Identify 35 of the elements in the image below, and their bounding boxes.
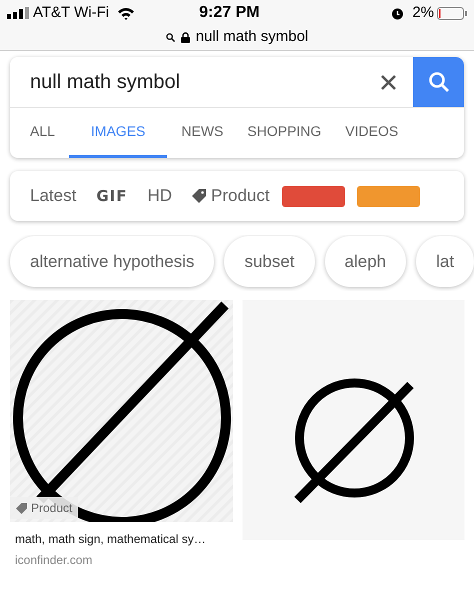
search-tab[interactable]: ALL: [20, 108, 65, 158]
wifi-icon: [117, 6, 136, 20]
alarm-icon: [391, 6, 404, 20]
battery-icon: [437, 6, 467, 20]
filter-chip[interactable]: Product: [192, 183, 270, 209]
color-swatch[interactable]: [282, 186, 345, 206]
search-tab[interactable]: NEWS: [171, 108, 234, 158]
address-text[interactable]: null math symbol: [196, 26, 308, 48]
suggestion-chip[interactable]: lat: [416, 236, 474, 287]
lock-icon: [180, 32, 190, 43]
result-title: math, math sign, mathematical sy…: [14, 531, 207, 548]
search-icon: [428, 71, 450, 93]
image-result[interactable]: Product math, math sign, mathematical sy… iconfinder.com: [10, 300, 233, 569]
color-swatch[interactable]: [356, 186, 420, 206]
search-field[interactable]: null math symbol: [10, 57, 363, 107]
carrier-name: AT&T Wi-Fi: [33, 2, 110, 23]
suggestion-chip[interactable]: aleph: [324, 236, 406, 287]
search-icon: [166, 32, 175, 42]
search-tab[interactable]: IMAGES: [68, 108, 168, 158]
filter-chip[interactable]: Latest: [30, 183, 76, 209]
battery-percent: 2%: [412, 2, 434, 23]
signal-icon: [7, 7, 29, 19]
tag-icon: [192, 189, 206, 203]
search-tab[interactable]: SHOPPING: [237, 108, 332, 158]
tag-icon: [16, 502, 27, 514]
suggestion-chip[interactable]: alternative hypothesis: [10, 236, 214, 287]
product-badge: Product: [10, 497, 78, 519]
filter-chip[interactable]: HD: [147, 183, 172, 209]
filter-chip[interactable]: GIF: [96, 184, 128, 208]
close-icon: [380, 74, 396, 90]
search-button[interactable]: [413, 57, 464, 107]
search-tab[interactable]: VIDEOS: [335, 108, 408, 158]
result-source: iconfinder.com: [14, 552, 94, 569]
clock-time: 9:27 PM: [199, 3, 260, 23]
suggestion-chip[interactable]: subset: [224, 236, 315, 287]
